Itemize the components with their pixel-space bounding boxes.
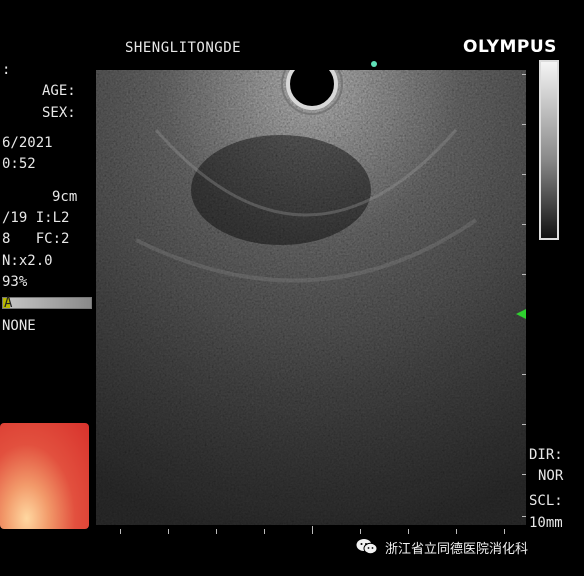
depth-tick xyxy=(522,224,526,225)
date-text: 6/2021 xyxy=(2,135,53,151)
focus-marker-icon xyxy=(516,309,526,319)
depth-tick xyxy=(522,424,526,425)
depth-tick xyxy=(522,516,526,517)
ultrasound-image xyxy=(96,70,526,525)
bottom-tick xyxy=(168,529,169,534)
bottom-tick xyxy=(216,529,217,534)
depth-tick xyxy=(522,374,526,375)
bottom-tick xyxy=(264,529,265,534)
brand-logo: OLYMPUS xyxy=(463,37,557,57)
patient-name: SHENGLITONGDE xyxy=(125,40,242,56)
left-line-0: : xyxy=(2,62,11,78)
depth-tick xyxy=(522,74,526,75)
gain-bar: A xyxy=(2,295,92,311)
gain-label: A xyxy=(4,295,13,311)
depth-text: 9cm xyxy=(52,189,78,205)
depth-tick xyxy=(522,474,526,475)
setting-line-1: /19 I:L2 xyxy=(2,210,70,226)
bottom-tick xyxy=(312,526,313,534)
zoom-text: N:x2.0 xyxy=(2,253,53,269)
depth-tick xyxy=(522,274,526,275)
bottom-tick xyxy=(408,529,409,534)
depth-tick xyxy=(522,124,526,125)
grayscale-bar-icon xyxy=(539,60,559,240)
age-label: AGE: xyxy=(42,83,76,99)
watermark-text: 浙江省立同德医院消化科 xyxy=(385,542,529,557)
dir-value: NOR xyxy=(538,468,564,484)
bottom-tick xyxy=(504,529,505,534)
scl-label: SCL: xyxy=(529,493,563,509)
bottom-tick xyxy=(456,529,457,534)
wechat-icon xyxy=(356,539,378,555)
orientation-dot-icon xyxy=(371,61,377,67)
endoscope-thumbnail xyxy=(0,423,89,529)
bottom-tick xyxy=(360,529,361,534)
bottom-tick xyxy=(120,529,121,534)
setting-line-2: 8 FC:2 xyxy=(2,231,70,247)
dir-label: DIR: xyxy=(529,447,563,463)
sex-label: SEX: xyxy=(42,105,76,121)
time-text: 0:52 xyxy=(2,156,36,172)
scl-value: 10mm xyxy=(529,515,563,531)
depth-tick xyxy=(522,174,526,175)
percent-text: 93% xyxy=(2,274,28,290)
filter-text: NONE xyxy=(2,318,36,334)
